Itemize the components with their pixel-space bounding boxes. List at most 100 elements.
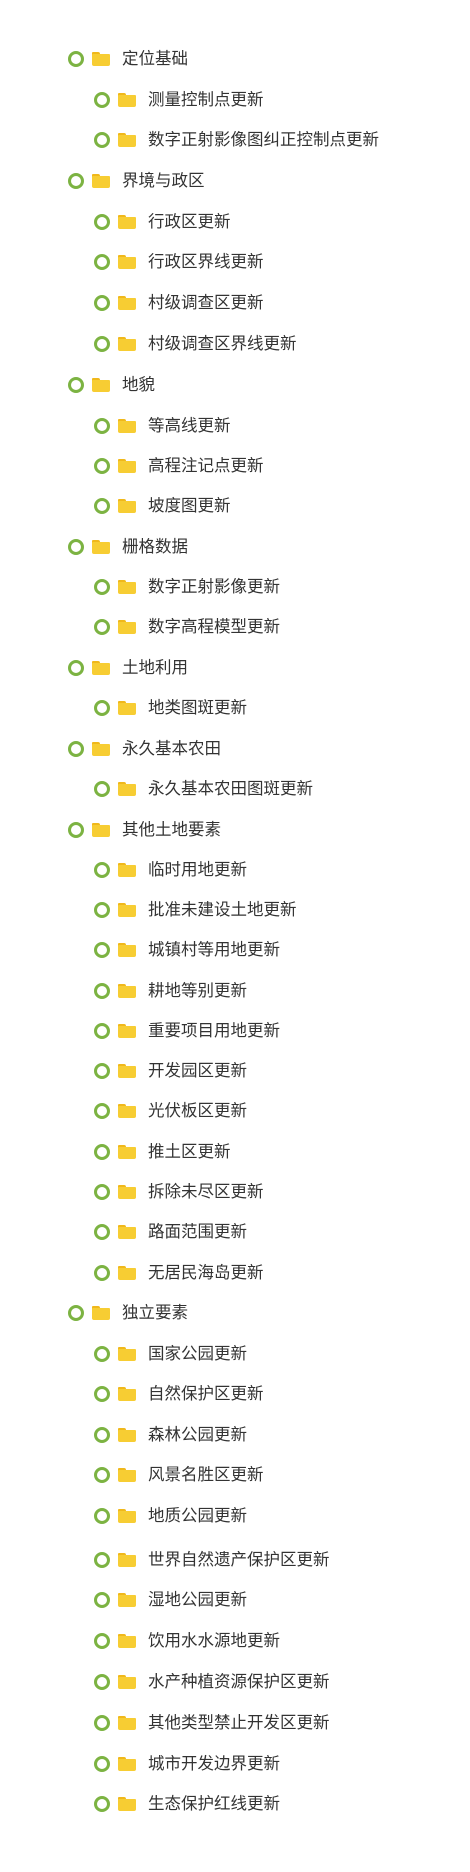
circle-toggle-icon[interactable] — [94, 1386, 110, 1402]
circle-toggle-icon[interactable] — [68, 539, 84, 555]
tree-node-layer[interactable]: 生态保护红线更新 — [0, 1789, 280, 1819]
circle-toggle-icon[interactable] — [94, 336, 110, 352]
tree-node-group[interactable]: 独立要素 — [0, 1298, 188, 1328]
circle-toggle-icon[interactable] — [94, 1224, 110, 1240]
tree-node-layer[interactable]: 数字正射影像更新 — [0, 572, 280, 602]
circle-toggle-icon[interactable] — [94, 498, 110, 514]
tree-node-layer[interactable]: 地类图斑更新 — [0, 693, 247, 723]
folder-icon — [92, 540, 110, 554]
circle-toggle-icon[interactable] — [68, 377, 84, 393]
tree-node-layer[interactable]: 自然保护区更新 — [0, 1379, 264, 1409]
circle-toggle-icon[interactable] — [94, 254, 110, 270]
tree-node-layer[interactable]: 行政区界线更新 — [0, 247, 264, 277]
tree-node-layer[interactable]: 高程注记点更新 — [0, 451, 264, 481]
tree-node-layer[interactable]: 城镇村等用地更新 — [0, 935, 280, 965]
tree-node-layer[interactable]: 村级调查区更新 — [0, 288, 264, 318]
tree-node-layer[interactable]: 城市开发边界更新 — [0, 1749, 280, 1779]
tree-node-layer[interactable]: 路面范围更新 — [0, 1217, 247, 1247]
circle-toggle-icon[interactable] — [94, 458, 110, 474]
circle-toggle-icon[interactable] — [68, 1305, 84, 1321]
tree-node-layer[interactable]: 水产种植资源保护区更新 — [0, 1667, 330, 1697]
tree-node-layer[interactable]: 拆除未尽区更新 — [0, 1177, 264, 1207]
circle-toggle-icon[interactable] — [94, 1592, 110, 1608]
tree-node-layer[interactable]: 行政区更新 — [0, 207, 231, 237]
tree-node-group[interactable]: 其他土地要素 — [0, 815, 221, 845]
tree-node-layer[interactable]: 数字正射影像图纠正控制点更新 — [0, 125, 379, 155]
folder-icon — [118, 499, 136, 513]
folder-icon — [118, 459, 136, 473]
circle-toggle-icon[interactable] — [68, 741, 84, 757]
circle-toggle-icon[interactable] — [94, 1144, 110, 1160]
circle-toggle-icon[interactable] — [94, 700, 110, 716]
tree-node-group[interactable]: 定位基础 — [0, 44, 188, 74]
circle-toggle-icon[interactable] — [68, 660, 84, 676]
tree-node-layer[interactable]: 批准未建设土地更新 — [0, 895, 297, 925]
circle-toggle-icon[interactable] — [68, 51, 84, 67]
circle-toggle-icon[interactable] — [94, 92, 110, 108]
circle-toggle-icon[interactable] — [94, 214, 110, 230]
tree-node-layer[interactable]: 耕地等别更新 — [0, 976, 247, 1006]
circle-toggle-icon[interactable] — [94, 619, 110, 635]
tree-node-layer[interactable]: 村级调查区界线更新 — [0, 329, 297, 359]
tree-node-label: 界境与政区 — [122, 171, 205, 190]
circle-toggle-icon[interactable] — [94, 579, 110, 595]
tree-node-layer[interactable]: 测量控制点更新 — [0, 85, 264, 115]
tree-node-group[interactable]: 永久基本农田 — [0, 734, 221, 764]
circle-toggle-icon[interactable] — [94, 942, 110, 958]
circle-toggle-icon[interactable] — [94, 1063, 110, 1079]
tree-node-layer[interactable]: 数字高程模型更新 — [0, 612, 280, 642]
tree-node-layer[interactable]: 地质公园更新 — [0, 1501, 247, 1531]
tree-node-label: 湿地公园更新 — [148, 1590, 247, 1609]
circle-toggle-icon[interactable] — [68, 173, 84, 189]
circle-toggle-icon[interactable] — [94, 1346, 110, 1362]
circle-toggle-icon[interactable] — [94, 1552, 110, 1568]
tree-node-group[interactable]: 土地利用 — [0, 653, 188, 683]
tree-node-layer[interactable]: 永久基本农田图斑更新 — [0, 774, 313, 804]
tree-node-layer[interactable]: 光伏板区更新 — [0, 1096, 247, 1126]
circle-toggle-icon[interactable] — [94, 781, 110, 797]
tree-node-layer[interactable]: 森林公园更新 — [0, 1420, 247, 1450]
folder-icon — [118, 296, 136, 310]
circle-toggle-icon[interactable] — [68, 822, 84, 838]
circle-toggle-icon[interactable] — [94, 1467, 110, 1483]
tree-node-layer[interactable]: 等高线更新 — [0, 411, 231, 441]
tree-node-layer[interactable]: 开发园区更新 — [0, 1056, 247, 1086]
circle-toggle-icon[interactable] — [94, 862, 110, 878]
tree-node-label: 城市开发边界更新 — [148, 1754, 280, 1773]
circle-toggle-icon[interactable] — [94, 1023, 110, 1039]
circle-toggle-icon[interactable] — [94, 1184, 110, 1200]
circle-toggle-icon[interactable] — [94, 132, 110, 148]
tree-node-group[interactable]: 栅格数据 — [0, 532, 188, 562]
circle-toggle-icon[interactable] — [94, 983, 110, 999]
circle-toggle-icon[interactable] — [94, 418, 110, 434]
tree-node-layer[interactable]: 无居民海岛更新 — [0, 1258, 264, 1288]
circle-toggle-icon[interactable] — [94, 1103, 110, 1119]
tree-node-layer[interactable]: 湿地公园更新 — [0, 1585, 247, 1615]
tree-node-layer[interactable]: 推土区更新 — [0, 1137, 231, 1167]
tree-node-layer[interactable]: 其他类型禁止开发区更新 — [0, 1708, 330, 1738]
tree-node-layer[interactable]: 坡度图更新 — [0, 491, 231, 521]
folder-icon — [118, 1553, 136, 1567]
tree-node-layer[interactable]: 重要项目用地更新 — [0, 1016, 280, 1046]
tree-node-layer[interactable]: 风景名胜区更新 — [0, 1460, 264, 1490]
circle-toggle-icon[interactable] — [94, 902, 110, 918]
folder-icon — [118, 1634, 136, 1648]
tree-node-layer[interactable]: 临时用地更新 — [0, 855, 247, 885]
circle-toggle-icon[interactable] — [94, 1427, 110, 1443]
tree-node-layer[interactable]: 国家公园更新 — [0, 1339, 247, 1369]
circle-toggle-icon[interactable] — [94, 1265, 110, 1281]
tree-node-layer[interactable]: 世界自然遗产保护区更新 — [0, 1545, 330, 1575]
tree-node-label: 自然保护区更新 — [148, 1384, 264, 1403]
circle-toggle-icon[interactable] — [94, 1796, 110, 1812]
circle-toggle-icon[interactable] — [94, 1674, 110, 1690]
circle-toggle-icon[interactable] — [94, 295, 110, 311]
circle-toggle-icon[interactable] — [94, 1715, 110, 1731]
folder-icon — [118, 701, 136, 715]
tree-node-layer[interactable]: 饮用水水源地更新 — [0, 1626, 280, 1656]
circle-toggle-icon[interactable] — [94, 1756, 110, 1772]
circle-toggle-icon[interactable] — [94, 1508, 110, 1524]
circle-toggle-icon[interactable] — [94, 1633, 110, 1649]
folder-icon — [118, 1757, 136, 1771]
tree-node-group[interactable]: 界境与政区 — [0, 166, 205, 196]
tree-node-group[interactable]: 地貌 — [0, 370, 155, 400]
